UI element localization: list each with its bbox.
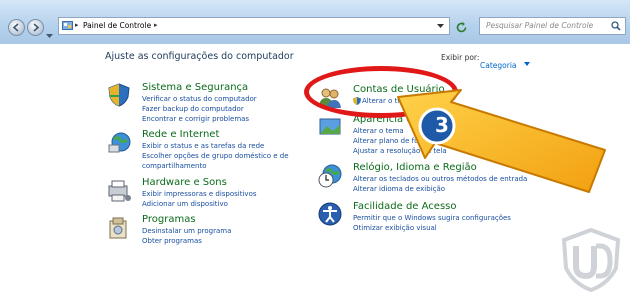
link-backup[interactable]: Fazer backup do computador — [142, 105, 244, 113]
control-panel-icon — [62, 21, 73, 30]
view-by-value: Categoria — [480, 61, 517, 70]
refresh-icon — [456, 22, 467, 33]
category-title-hardware[interactable]: Hardware e Sons — [142, 177, 227, 188]
link-homegroup[interactable]: Escolher opções de grupo doméstico e de — [142, 152, 289, 160]
system-security-icon[interactable] — [106, 82, 132, 108]
category-title-ease-of-access[interactable]: Facilidade de Acesso — [353, 201, 456, 212]
breadcrumb-item[interactable]: Painel de Controle — [83, 21, 151, 30]
clock-language-region-icon[interactable] — [317, 163, 343, 189]
page-title: Ajuste as configurações do computador — [105, 51, 294, 62]
back-button[interactable] — [8, 19, 25, 36]
step-arrow-icon — [397, 89, 606, 193]
category-title-programs[interactable]: Programas — [142, 214, 196, 225]
chevron-down-icon — [46, 34, 53, 38]
breadcrumb-separator: ▸ — [154, 21, 158, 29]
back-arrow-icon — [12, 23, 19, 32]
view-by-label: Exibir por: — [441, 53, 480, 62]
category-title-system-security[interactable]: Sistema e Segurança — [142, 82, 248, 93]
refresh-button[interactable] — [455, 19, 468, 38]
link-check-status[interactable]: Verificar o status do computador — [142, 95, 257, 103]
link-uninstall[interactable]: Desinstalar um programa — [142, 227, 231, 235]
ease-of-access-icon[interactable] — [317, 201, 343, 227]
address-toolbar: ▸ Painel de Controle ▸ Pesquisar Painel … — [0, 0, 630, 44]
breadcrumb-separator: ▸ — [75, 21, 79, 29]
step-number-badge: 3 — [435, 113, 449, 137]
watermark-logo — [561, 228, 621, 292]
view-by-dropdown[interactable]: Categoria — [480, 53, 530, 72]
search-icon[interactable] — [611, 21, 621, 31]
search-input[interactable]: Pesquisar Painel de Controle — [479, 17, 626, 35]
link-suggest-settings[interactable]: Permitir que o Windows sugira configuraç… — [353, 214, 511, 222]
search-placeholder: Pesquisar Painel de Controle — [486, 21, 594, 30]
link-troubleshoot[interactable]: Encontrar e corrigir problemas — [142, 115, 249, 123]
recent-pages-dropdown[interactable] — [46, 24, 53, 43]
category-title-network[interactable]: Rede e Internet — [142, 129, 219, 140]
chevron-down-icon — [523, 61, 530, 66]
hardware-sound-icon[interactable] — [106, 178, 132, 204]
address-dropdown-icon[interactable] — [437, 24, 444, 29]
network-internet-icon[interactable] — [106, 130, 132, 156]
link-homegroup-cont[interactable]: compartilhamento — [142, 162, 207, 170]
link-optimize-display[interactable]: Otimizar exibição visual — [353, 224, 437, 232]
address-bar[interactable]: ▸ Painel de Controle ▸ — [58, 17, 450, 35]
forward-button[interactable] — [27, 19, 44, 36]
link-devices-printers[interactable]: Exibir impressoras e dispositivos — [142, 190, 257, 198]
appearance-icon[interactable] — [317, 115, 343, 141]
forward-arrow-icon — [33, 23, 40, 32]
link-add-device[interactable]: Adicionar um dispositivo — [142, 200, 228, 208]
programs-icon[interactable] — [106, 215, 132, 241]
link-network-status[interactable]: Exibir o status e as tarefas da rede — [142, 142, 264, 150]
link-get-programs[interactable]: Obter programas — [142, 237, 202, 245]
